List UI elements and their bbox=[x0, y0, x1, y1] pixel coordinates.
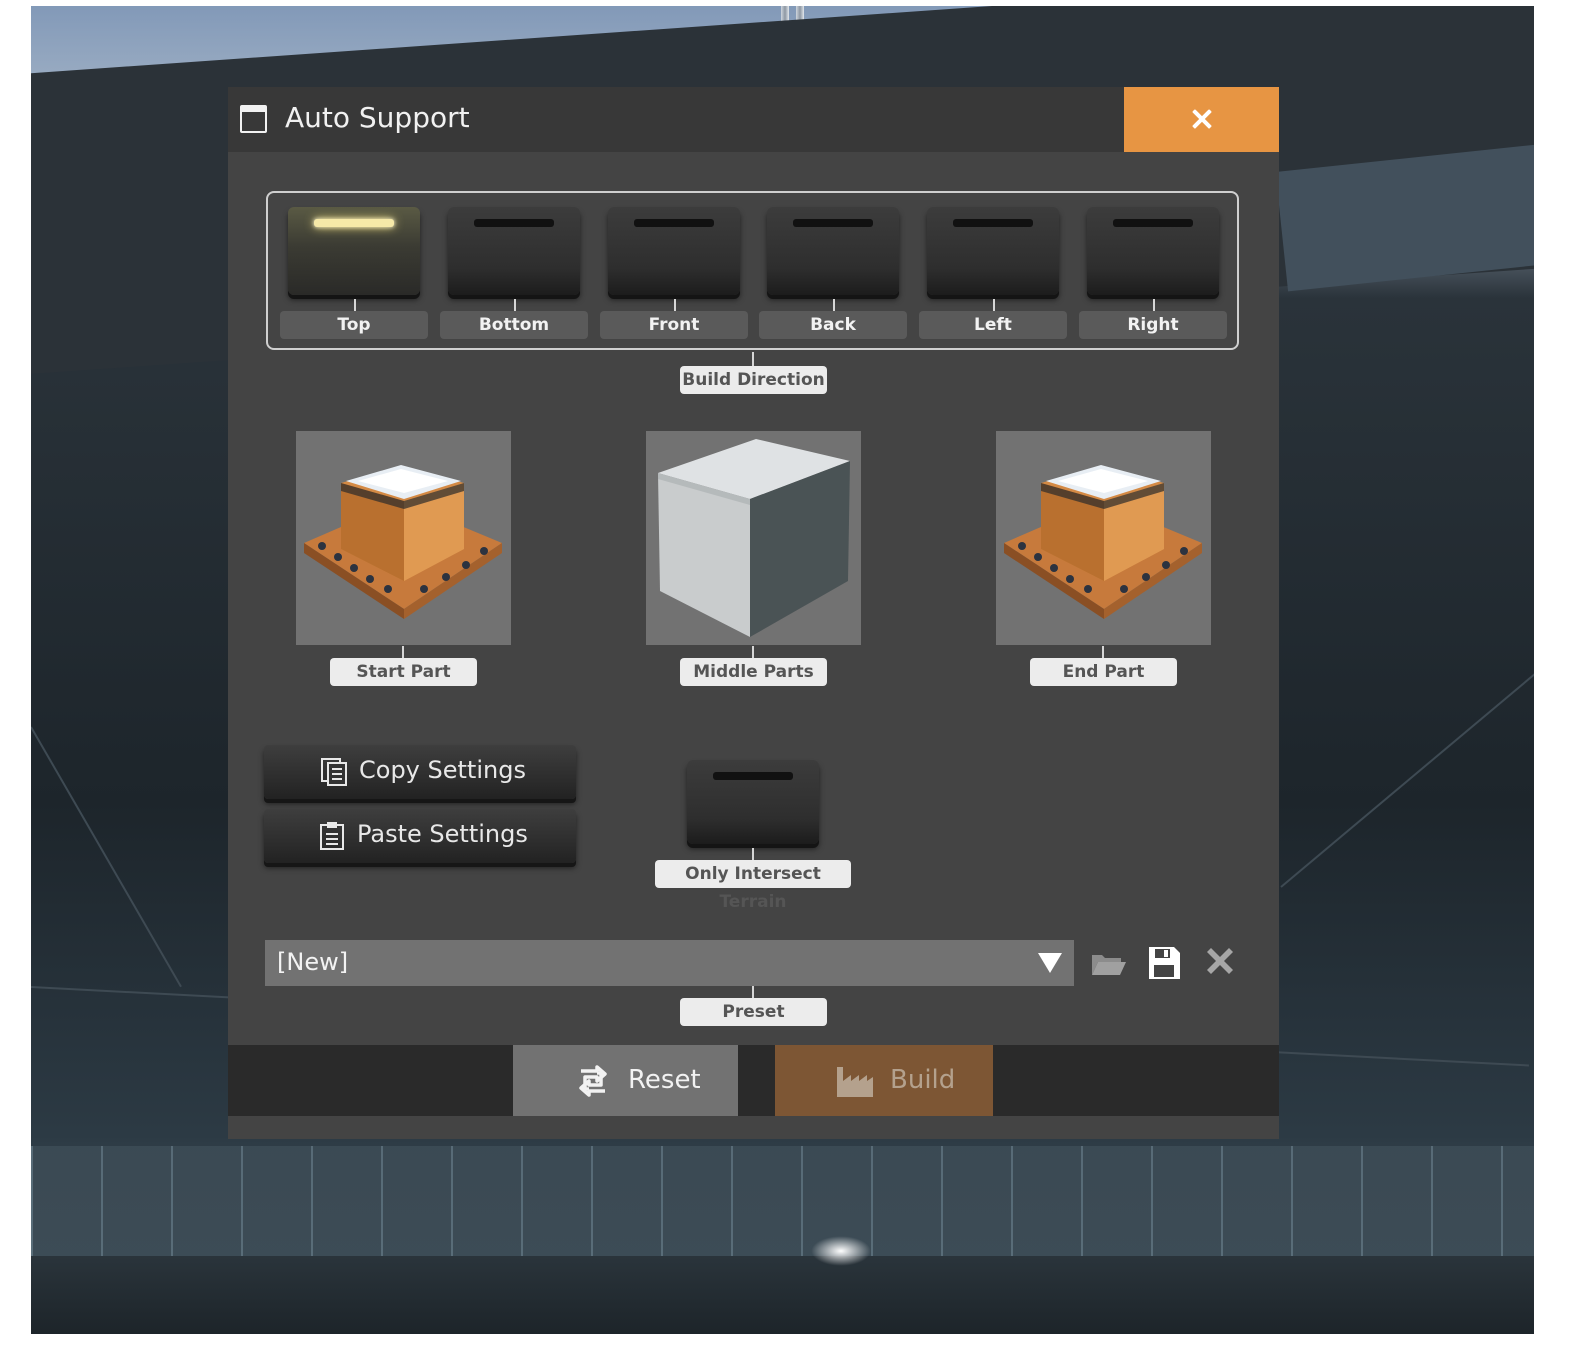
direction-top-key[interactable] bbox=[288, 207, 420, 295]
light-glow bbox=[811, 1236, 871, 1266]
dialog-title: Auto Support bbox=[285, 101, 470, 134]
end-part-slot[interactable] bbox=[996, 431, 1211, 645]
direction-front-label: Front bbox=[600, 311, 748, 339]
building-base bbox=[31, 1256, 1534, 1334]
direction-left-key[interactable] bbox=[927, 207, 1059, 295]
delete-icon bbox=[1207, 948, 1233, 974]
copy-icon bbox=[321, 758, 347, 786]
preset-selected-value: [New] bbox=[277, 948, 349, 976]
support-base-icon bbox=[1004, 465, 1202, 619]
connector bbox=[402, 646, 404, 658]
open-preset-button[interactable] bbox=[1089, 943, 1129, 983]
direction-right-label: Right bbox=[1079, 311, 1227, 339]
indicator-light bbox=[1113, 219, 1193, 227]
reset-label: Reset bbox=[628, 1065, 701, 1095]
preset-label: Preset bbox=[680, 998, 827, 1026]
direction-top-label: Top bbox=[280, 311, 428, 339]
direction-bottom-label: Bottom bbox=[440, 311, 588, 339]
close-button[interactable] bbox=[1124, 87, 1279, 152]
chevron-down-icon bbox=[1038, 953, 1062, 973]
indicator-light bbox=[634, 219, 714, 227]
connector bbox=[993, 299, 995, 311]
paste-settings-label: Paste Settings bbox=[357, 820, 528, 848]
factory-icon bbox=[837, 1067, 873, 1097]
direction-back-key[interactable] bbox=[767, 207, 899, 295]
only-intersect-terrain-toggle[interactable] bbox=[687, 760, 819, 844]
save-icon bbox=[1149, 947, 1180, 979]
reset-icon bbox=[579, 1065, 607, 1097]
build-direction-group: Top Bottom Front Back Left Right bbox=[266, 191, 1239, 350]
start-part-label: Start Part bbox=[330, 658, 477, 686]
only-intersect-terrain-label: Only Intersect Terrain bbox=[655, 860, 851, 912]
save-preset-button[interactable] bbox=[1144, 943, 1184, 983]
connector bbox=[833, 299, 835, 311]
build-button[interactable]: Build bbox=[775, 1045, 993, 1116]
connector bbox=[1153, 299, 1155, 311]
indicator-light bbox=[474, 219, 554, 227]
build-label: Build bbox=[890, 1065, 956, 1095]
middle-parts-slot[interactable] bbox=[646, 431, 861, 645]
direction-right-key[interactable] bbox=[1087, 207, 1219, 295]
direction-front[interactable]: Front bbox=[600, 193, 748, 352]
window-icon bbox=[240, 105, 267, 133]
connector bbox=[752, 352, 754, 366]
direction-bottom-key[interactable] bbox=[448, 207, 580, 295]
indicator-light bbox=[713, 772, 793, 780]
connector bbox=[674, 299, 676, 311]
direction-left[interactable]: Left bbox=[919, 193, 1067, 352]
indicator-light bbox=[314, 219, 394, 227]
indicator-light bbox=[793, 219, 873, 227]
copy-settings-label: Copy Settings bbox=[359, 756, 526, 784]
direction-right[interactable]: Right bbox=[1079, 193, 1227, 352]
connector bbox=[1102, 646, 1104, 658]
dialog-footer: Reset Build bbox=[228, 1045, 1279, 1116]
preset-dropdown[interactable]: [New] bbox=[265, 940, 1074, 986]
connector bbox=[752, 986, 754, 998]
direction-back-label: Back bbox=[759, 311, 907, 339]
start-part-slot[interactable] bbox=[296, 431, 511, 645]
floor-line bbox=[31, 726, 182, 988]
connector bbox=[752, 646, 754, 658]
reset-button[interactable]: Reset bbox=[513, 1045, 738, 1116]
concrete-block-icon bbox=[658, 439, 850, 637]
direction-left-label: Left bbox=[919, 311, 1067, 339]
floor-line bbox=[1280, 654, 1534, 888]
paste-settings-button[interactable]: Paste Settings bbox=[264, 809, 576, 863]
build-direction-label: Build Direction bbox=[680, 366, 827, 394]
end-part-label: End Part bbox=[1030, 658, 1177, 686]
direction-back[interactable]: Back bbox=[759, 193, 907, 352]
delete-preset-button[interactable] bbox=[1200, 943, 1240, 983]
direction-bottom[interactable]: Bottom bbox=[440, 193, 588, 352]
direction-top[interactable]: Top bbox=[280, 193, 428, 352]
connector bbox=[752, 848, 754, 860]
copy-settings-button[interactable]: Copy Settings bbox=[264, 745, 576, 799]
connector bbox=[354, 299, 356, 311]
middle-parts-label: Middle Parts bbox=[680, 658, 827, 686]
paste-icon bbox=[320, 822, 344, 850]
direction-front-key[interactable] bbox=[608, 207, 740, 295]
auto-support-dialog: Auto Support Top Bottom Front Back Left bbox=[228, 87, 1279, 1139]
indicator-light bbox=[953, 219, 1033, 227]
support-base-icon bbox=[304, 465, 502, 619]
title-bar[interactable]: Auto Support bbox=[228, 87, 1279, 152]
connector bbox=[514, 299, 516, 311]
folder-open-icon bbox=[1092, 955, 1126, 975]
